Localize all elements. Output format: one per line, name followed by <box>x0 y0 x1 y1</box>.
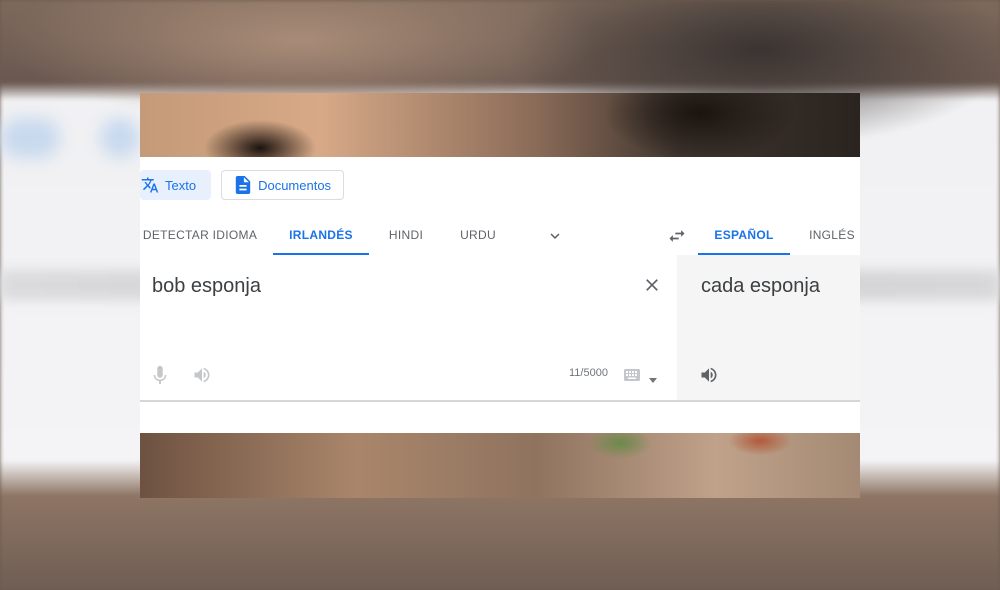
tab-detect-language[interactable]: DETECTAR IDIOMA <box>140 215 260 255</box>
source-text-input[interactable]: bob esponja <box>152 275 261 298</box>
chevron-down-icon[interactable] <box>546 227 564 245</box>
translation-output: cada esponja <box>701 275 820 297</box>
tab-english[interactable]: INGLÉS <box>804 215 860 255</box>
blurred-background-chip <box>100 118 140 158</box>
keyboard-dropdown-icon[interactable] <box>649 371 657 383</box>
photo-overlay-bottom <box>140 433 860 498</box>
source-panel: bob esponja 11/5000 <box>140 255 677 400</box>
keyboard-icon[interactable] <box>624 368 640 381</box>
translate-icon <box>141 176 159 194</box>
photo-overlay-top <box>140 93 860 157</box>
text-mode-label: Texto <box>165 177 197 193</box>
language-bar: DETECTAR IDIOMA IRLANDÉS HINDI URDU ESPA… <box>140 215 860 256</box>
blurred-background-chip <box>0 118 60 158</box>
tab-hindi[interactable]: HINDI <box>381 215 431 255</box>
document-icon <box>234 176 252 194</box>
documents-mode-label: Documentos <box>258 177 332 193</box>
panel-footer-strip <box>140 402 860 433</box>
microphone-icon[interactable] <box>152 365 168 385</box>
swap-icon[interactable] <box>666 226 688 246</box>
tab-irish[interactable]: IRLANDÉS <box>273 215 369 255</box>
translate-card: Texto Documentos DETECTAR IDIOMA IRLANDÉ… <box>140 93 860 498</box>
character-count: 11/5000 <box>569 367 608 379</box>
tab-spanish[interactable]: ESPAÑOL <box>698 215 790 255</box>
documents-mode-button[interactable]: Documentos <box>221 170 345 200</box>
text-mode-button[interactable]: Texto <box>140 170 212 200</box>
speaker-icon[interactable] <box>699 365 719 385</box>
target-panel: cada esponja <box>677 255 860 400</box>
speaker-icon[interactable] <box>192 365 212 385</box>
mode-selector: Texto Documentos <box>140 170 345 200</box>
tab-urdu[interactable]: URDU <box>453 215 503 255</box>
close-icon[interactable] <box>642 275 662 295</box>
